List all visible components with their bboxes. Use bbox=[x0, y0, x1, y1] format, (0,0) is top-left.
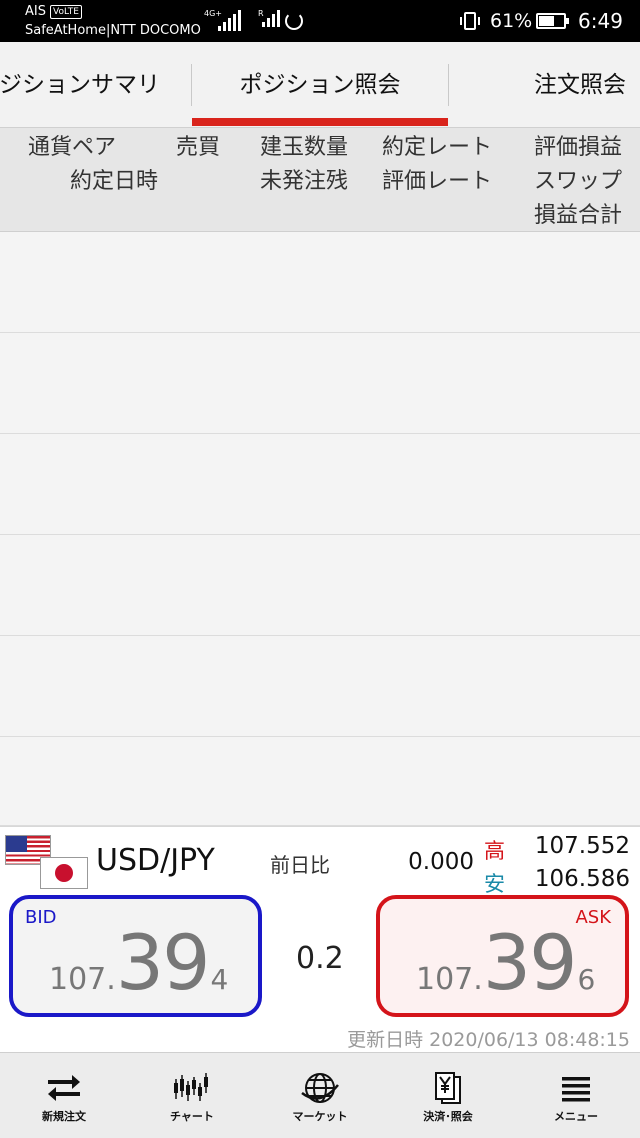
table-row bbox=[0, 232, 640, 333]
swap-arrows-icon bbox=[48, 1075, 80, 1101]
nav-chart[interactable]: チャート bbox=[128, 1053, 256, 1138]
nav-market[interactable]: マーケット bbox=[256, 1053, 384, 1138]
signal-strength-icon bbox=[218, 10, 241, 31]
nav-label: マーケット bbox=[292, 1110, 348, 1123]
header-contract-rate: 約定レート bbox=[382, 135, 493, 160]
tab-bar: ジションサマリ ポジション照会 注文照会 bbox=[0, 42, 640, 128]
header-side: 売買 bbox=[176, 135, 221, 160]
table-row bbox=[0, 737, 640, 826]
japan-flag-icon bbox=[40, 857, 88, 889]
globe-icon bbox=[301, 1073, 339, 1103]
tab-position-summary[interactable]: ジションサマリ bbox=[0, 42, 160, 128]
header-valuation-rate: 評価レート bbox=[382, 169, 493, 194]
table-row bbox=[0, 333, 640, 434]
prev-day-change-value: 0.000 bbox=[408, 849, 474, 875]
nav-label: チャート bbox=[170, 1110, 214, 1123]
ask-price-suffix: 6 bbox=[577, 963, 596, 996]
battery-percentage: 61% bbox=[490, 10, 533, 32]
table-row bbox=[0, 434, 640, 535]
high-value: 107.552 bbox=[534, 833, 630, 859]
bid-price-main: 39 bbox=[115, 918, 211, 1007]
nav-label: メニュー bbox=[554, 1110, 598, 1123]
low-label: 安 bbox=[484, 872, 505, 896]
header-currency-pair: 通貨ペア bbox=[28, 135, 117, 160]
spread-value: 0.2 bbox=[296, 941, 344, 976]
active-tab-indicator bbox=[192, 118, 448, 126]
nav-menu[interactable]: メニュー bbox=[512, 1053, 640, 1138]
sync-icon bbox=[285, 12, 303, 30]
updated-timestamp: 更新日時 2020/06/13 08:48:15 bbox=[347, 1029, 630, 1051]
header-swap: スワップ bbox=[534, 169, 623, 194]
hamburger-menu-icon bbox=[562, 1077, 590, 1102]
nav-label: 新規注文 bbox=[42, 1110, 86, 1123]
yen-document-icon bbox=[435, 1072, 461, 1104]
nav-new-order[interactable]: 新規注文 bbox=[0, 1053, 128, 1138]
header-valuation-pl: 評価損益 bbox=[534, 135, 623, 160]
nav-label: 決済･照会 bbox=[423, 1110, 473, 1123]
bid-price-prefix: 107. bbox=[49, 962, 116, 997]
position-table-header: 通貨ペア 売買 建玉数量 約定レート 評価損益 約定日時 未発注残 評価レート … bbox=[0, 128, 640, 232]
prev-day-change-label: 前日比 bbox=[270, 853, 330, 877]
nav-settlement-inquiry[interactable]: 決済･照会 bbox=[384, 1053, 512, 1138]
tab-order-inquiry[interactable]: 注文照会 bbox=[534, 42, 626, 128]
ask-price: 107. 39 6 bbox=[416, 923, 595, 1003]
currency-pair: USD/JPY bbox=[96, 843, 215, 878]
rate-ticker-panel[interactable]: USD/JPY 前日比 0.000 高 107.552 安 106.586 BI… bbox=[0, 826, 640, 1052]
table-row bbox=[0, 535, 640, 636]
high-label: 高 bbox=[484, 839, 505, 863]
carrier-primary: AIS VoLTE bbox=[25, 4, 82, 19]
bottom-navigation: 新規注文 チャート マーケット 決済･照会 メニュー bbox=[0, 1052, 640, 1138]
clock: 6:49 bbox=[578, 9, 623, 33]
low-value: 106.586 bbox=[534, 866, 630, 892]
bid-price-suffix: 4 bbox=[210, 963, 229, 996]
vibrate-icon bbox=[460, 12, 480, 30]
ask-button[interactable]: ASK 107. 39 6 bbox=[376, 895, 629, 1017]
bid-button[interactable]: BID 107. 39 4 bbox=[9, 895, 262, 1017]
status-bar: AIS VoLTE SafeAtHome|NTT DOCOMO 4G+ R 61… bbox=[0, 0, 640, 42]
bid-price: 107. 39 4 bbox=[49, 923, 228, 1003]
volte-badge: VoLTE bbox=[49, 4, 82, 19]
header-contract-datetime: 約定日時 bbox=[70, 169, 159, 194]
tab-divider bbox=[448, 64, 449, 106]
carrier-secondary: SafeAtHome|NTT DOCOMO bbox=[25, 23, 201, 38]
signal-strength-secondary-icon bbox=[262, 10, 280, 27]
tab-position-inquiry[interactable]: ポジション照会 bbox=[192, 42, 448, 128]
table-row bbox=[0, 636, 640, 737]
battery-level-fill bbox=[539, 16, 554, 26]
candlestick-chart-icon bbox=[174, 1073, 208, 1101]
ask-price-main: 39 bbox=[482, 918, 578, 1007]
battery-icon bbox=[536, 13, 569, 29]
header-pl-total: 損益合計 bbox=[534, 203, 623, 228]
ask-price-prefix: 107. bbox=[416, 962, 483, 997]
header-quantity: 建玉数量 bbox=[260, 135, 349, 160]
carrier-name: AIS bbox=[25, 4, 46, 19]
header-unordered: 未発注残 bbox=[260, 169, 349, 194]
